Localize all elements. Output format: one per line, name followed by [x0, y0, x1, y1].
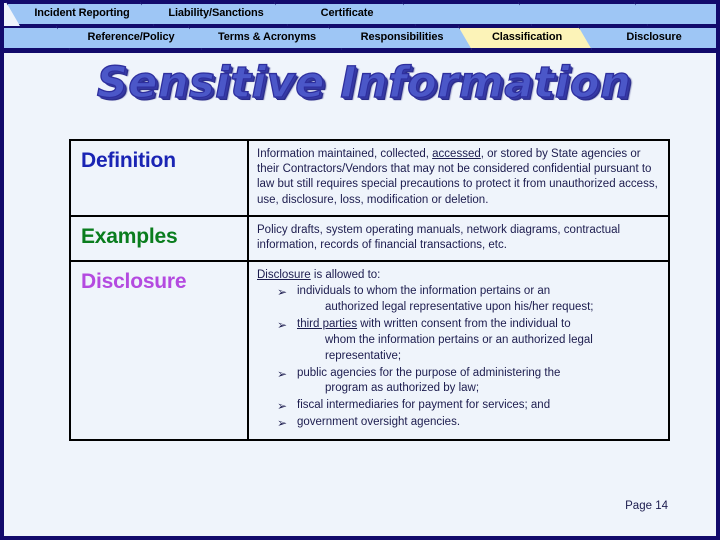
tab-label: Incident Reporting: [34, 7, 130, 19]
definition-underlined-term: accessed: [432, 148, 481, 160]
tab-label: Responsibilities: [360, 31, 444, 43]
tab-label: Liability/Sanctions: [168, 7, 264, 19]
row-label-examples: Examples: [69, 214, 249, 263]
slide-canvas: Incident Reporting Liability/Sanctions C…: [0, 0, 720, 540]
list-item-text: government oversight agencies.: [297, 416, 461, 429]
bullet-arrow-icon: ➢: [277, 399, 288, 414]
tab-disclosure[interactable]: Disclosure: [578, 26, 720, 50]
row-label-disclosure: Disclosure: [69, 260, 249, 441]
tab-top-blank-3[interactable]: [634, 2, 720, 26]
list-item-text: individuals to whom the information pert…: [297, 285, 551, 298]
list-item-continuation: program as authorized by law;: [325, 382, 480, 395]
bullet-arrow-icon: ➢: [277, 285, 288, 300]
tab-classification[interactable]: Classification: [458, 26, 596, 50]
tab-responsibilities[interactable]: Responsibilities: [328, 26, 476, 50]
row-body-disclosure: Disclosure is allowed to: ➢ individuals …: [247, 260, 670, 441]
page-number: Page 14: [625, 500, 668, 512]
tabbar-baseline-rule: [4, 50, 716, 53]
list-item-rest: with written consent from the individual…: [357, 317, 571, 330]
row-body-definition: Information maintained, collected, acces…: [247, 139, 670, 217]
tab-reference-policy[interactable]: Reference/Policy: [56, 26, 206, 50]
table-row-disclosure: Disclosure Disclosure is allowed to: ➢ i…: [69, 260, 670, 441]
tab-top-blank-1[interactable]: [402, 2, 536, 26]
bullet-arrow-icon: ➢: [277, 366, 288, 381]
tab-label: Classification: [491, 31, 563, 43]
classification-table: Definition Information maintained, colle…: [69, 139, 670, 441]
row-label-definition: Definition: [69, 139, 249, 217]
tab-certificate[interactable]: Certificate: [274, 2, 420, 26]
disclosure-intro-underlined: Disclosure: [257, 269, 311, 282]
list-item-continuation: whom the information pertains or an auth…: [325, 333, 593, 362]
table-row-definition: Definition Information maintained, colle…: [69, 139, 670, 217]
tab-navigation-bar: Incident Reporting Liability/Sanctions C…: [0, 0, 720, 54]
bullet-arrow-icon: ➢: [277, 317, 288, 332]
row-body-examples: Policy drafts, system operating manuals,…: [247, 214, 670, 263]
list-item: ➢ fiscal intermediaries for payment for …: [277, 398, 660, 414]
row-label-text: Disclosure: [81, 270, 187, 294]
tab-label: Terms & Acronyms: [217, 31, 317, 43]
table-row-examples: Examples Policy drafts, system operating…: [69, 214, 670, 263]
list-item-continuation: authorized legal representative upon his…: [325, 301, 594, 314]
tab-row-bottom: Reference/Policy Terms & Acronyms Respon…: [0, 26, 720, 52]
disclosure-intro: Disclosure is allowed to:: [257, 268, 660, 283]
tab-incident-reporting[interactable]: Incident Reporting: [6, 2, 158, 26]
page-title: Sensitive Information: [96, 58, 632, 108]
list-item: ➢ third parties with written consent fro…: [277, 317, 660, 365]
list-item: ➢ public agencies for the purpose of adm…: [277, 366, 660, 398]
tab-label: Certificate: [320, 7, 374, 19]
examples-text: Policy drafts, system operating manuals,…: [257, 223, 621, 251]
tab-liability-sanctions[interactable]: Liability/Sanctions: [140, 2, 292, 26]
disclosure-intro-rest: is allowed to:: [310, 269, 381, 282]
list-item-text: fiscal intermediaries for payment for se…: [297, 399, 551, 412]
list-item: ➢ government oversight agencies.: [277, 415, 660, 431]
list-item: ➢ individuals to whom the information pe…: [277, 284, 660, 316]
disclosure-bullet-list: ➢ individuals to whom the information pe…: [257, 284, 660, 431]
tab-top-blank-2[interactable]: [518, 2, 652, 26]
tab-label: Disclosure: [626, 31, 682, 43]
tab-label: Reference/Policy: [87, 31, 175, 43]
tab-terms-acronyms[interactable]: Terms & Acronyms: [188, 26, 346, 50]
row-label-text: Examples: [81, 224, 178, 248]
bullet-arrow-icon: ➢: [277, 416, 288, 431]
list-item-text: public agencies for the purpose of admin…: [297, 366, 561, 379]
row-label-text: Definition: [81, 149, 176, 172]
definition-text-pre: Information maintained, collected,: [257, 148, 433, 160]
list-item-text: third parties with written consent from …: [297, 317, 660, 333]
tab-row-top: Incident Reporting Liability/Sanctions C…: [0, 2, 720, 28]
list-item-underlined-term: third parties: [297, 317, 358, 330]
